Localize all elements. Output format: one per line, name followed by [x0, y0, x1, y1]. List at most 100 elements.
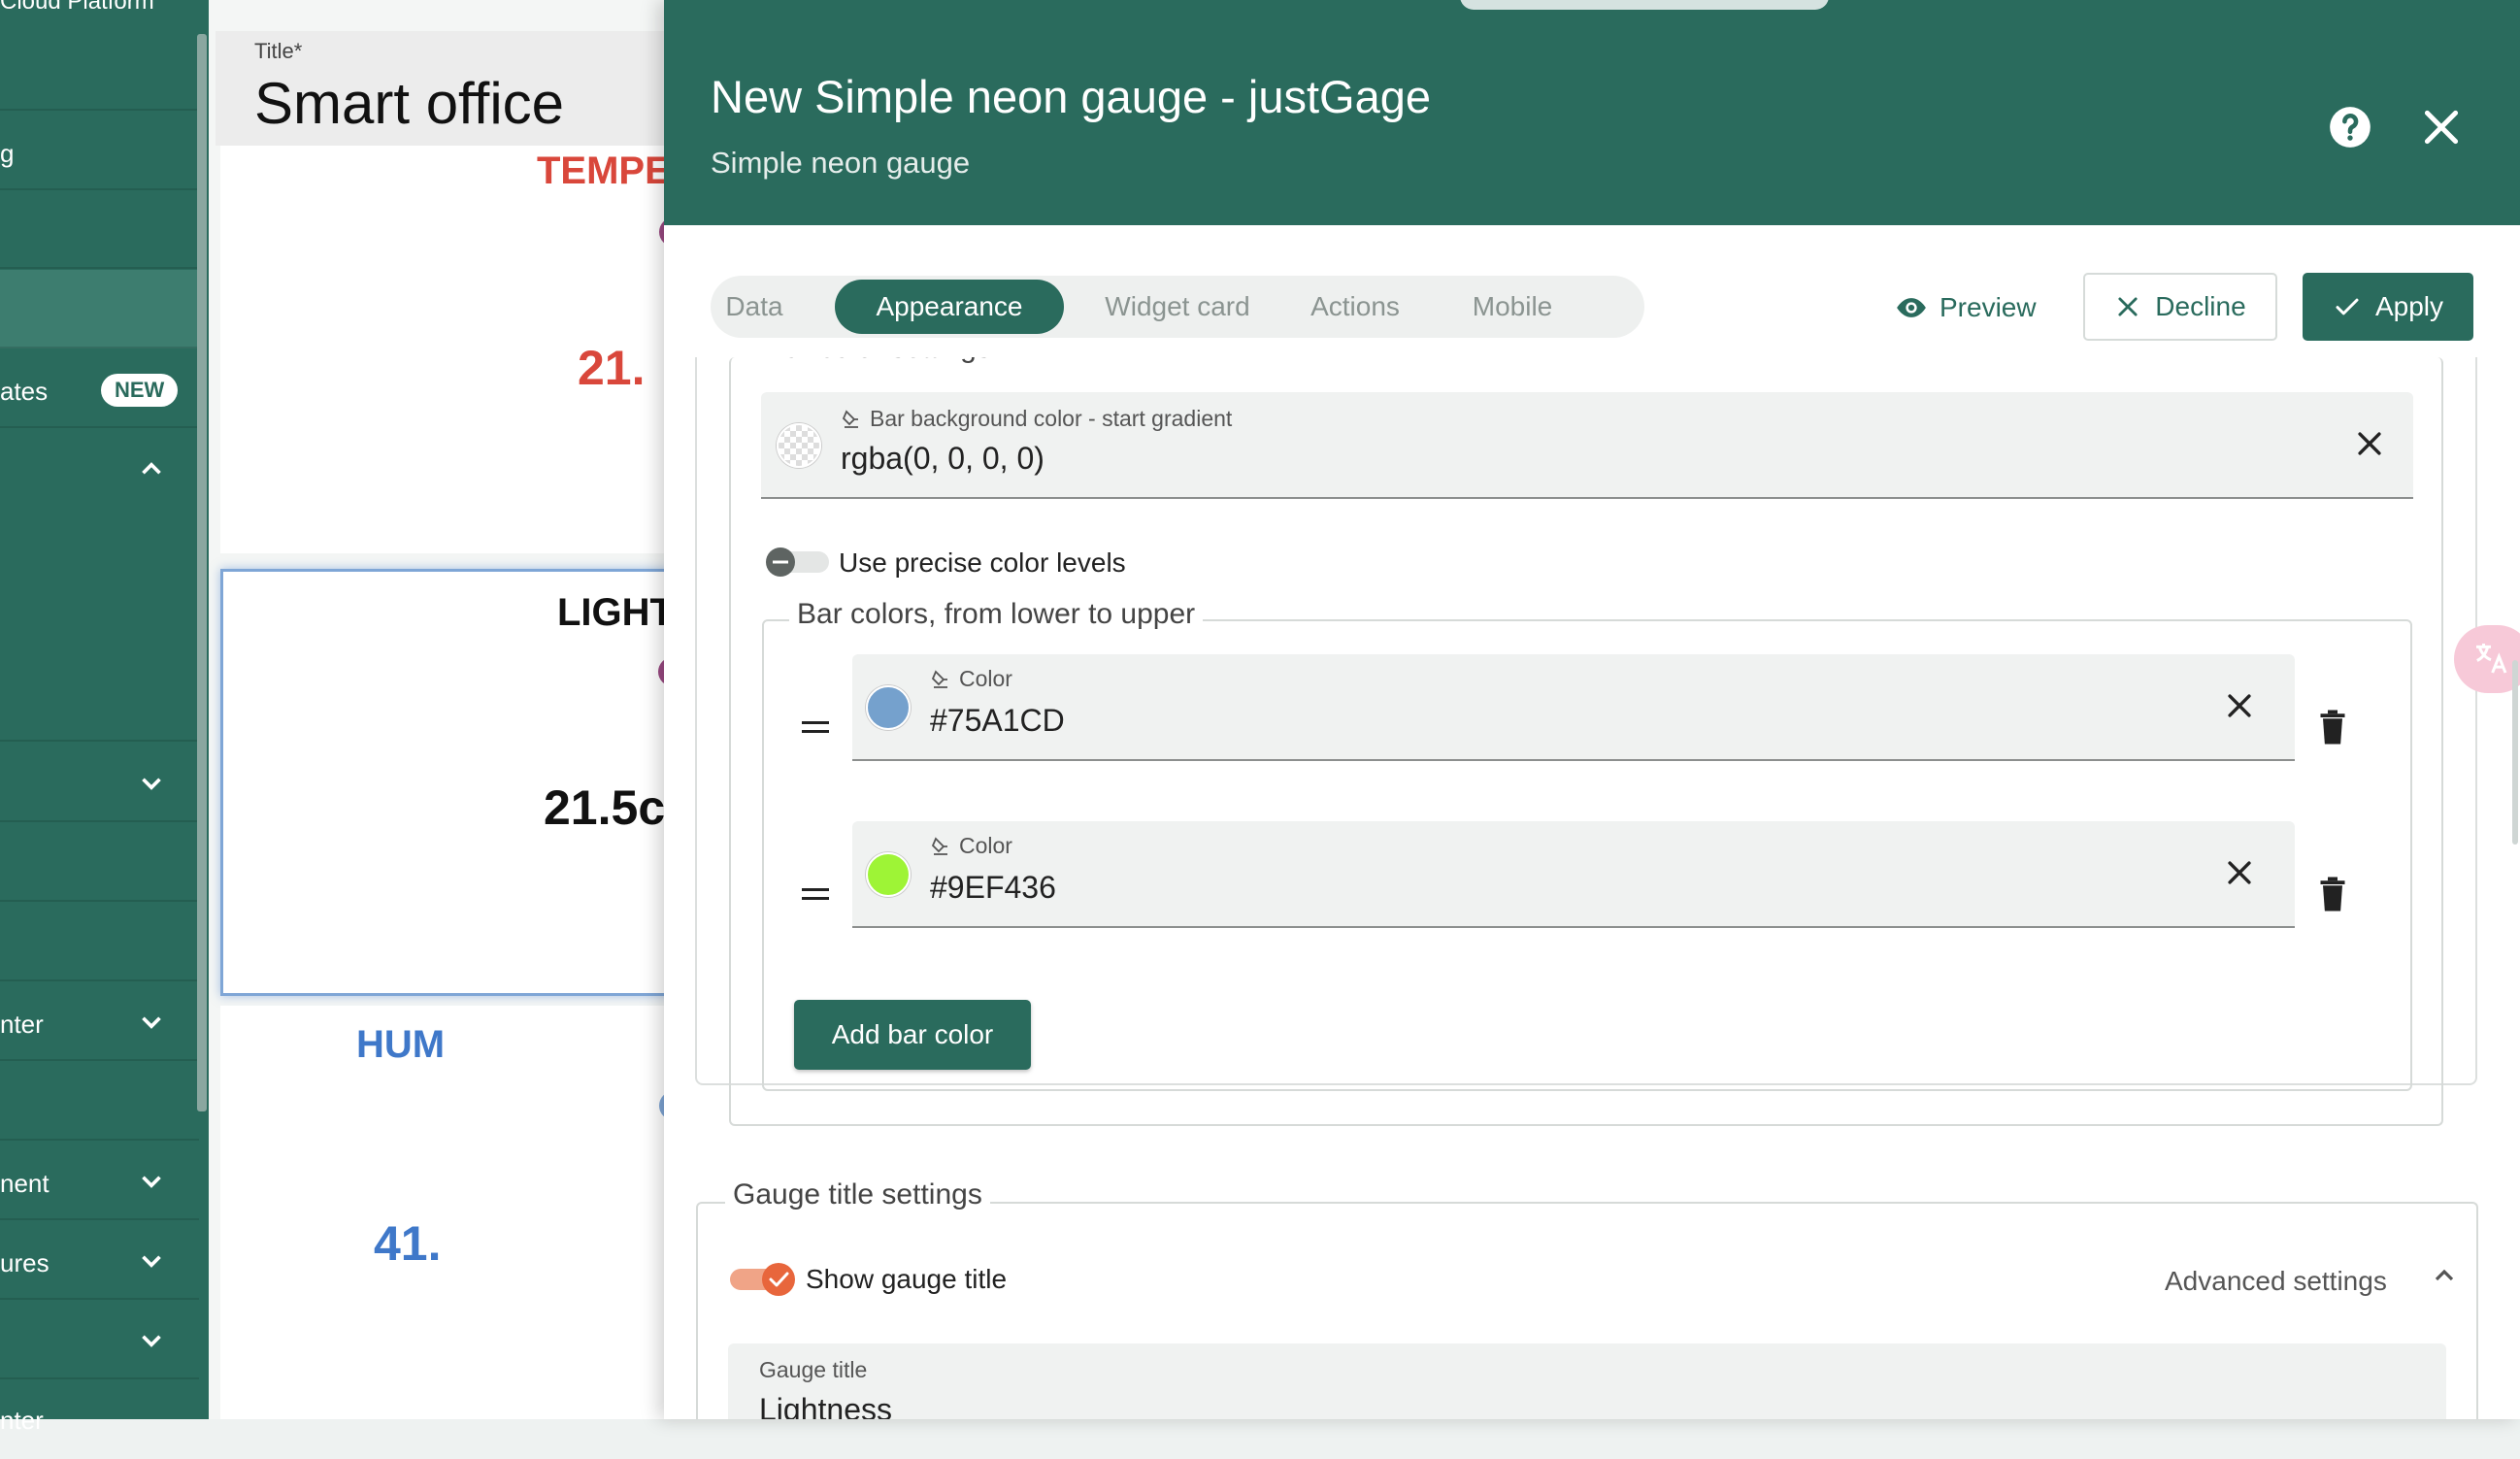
clear-icon[interactable] [2223, 689, 2256, 722]
sidebar-item[interactable] [0, 744, 199, 822]
title-field-label: Title* [254, 39, 303, 63]
add-bar-color-button[interactable]: Add bar color [794, 1000, 1031, 1070]
tab-actions[interactable]: Actions [1297, 276, 1413, 338]
sidebar-item[interactable] [0, 1062, 199, 1141]
apply-button[interactable]: Apply [2303, 273, 2473, 341]
sidebar-item-management[interactable]: nent [0, 1142, 199, 1220]
brand-name: Cloud Platform [0, 0, 154, 15]
drag-handle-icon[interactable] [802, 720, 829, 734]
close-icon[interactable] [2417, 103, 2466, 151]
color-swatch[interactable] [777, 423, 821, 468]
widget-title: TEMPE [537, 149, 665, 192]
close-icon [2118, 297, 2138, 316]
sidebar-item-active[interactable] [0, 270, 199, 348]
eye-icon [1897, 298, 1926, 317]
advanced-settings-link[interactable]: Advanced settings [2165, 1266, 2387, 1297]
show-gauge-title-toggle[interactable] [728, 1262, 798, 1297]
widget-title: HUM [356, 1023, 446, 1066]
dashboard-title: Smart office [254, 71, 565, 136]
page-scrollbar[interactable] [2512, 660, 2518, 845]
clear-icon[interactable] [2353, 427, 2386, 460]
translate-button[interactable] [2454, 625, 2520, 693]
settings-content: Bar color settings Bar background color … [664, 357, 2520, 1419]
sidebar-item[interactable] [0, 903, 199, 981]
bar-color-field-1[interactable]: Color #75A1CD [852, 654, 2295, 761]
decline-button[interactable]: Decline [2083, 273, 2277, 341]
widget-title: LIGHT [557, 591, 665, 634]
field-label: Bar background color - start gradient [841, 406, 1232, 432]
sidebar-item-label: ates [0, 377, 49, 406]
sidebar-item-center[interactable]: nter [0, 982, 199, 1061]
tab-mobile[interactable]: Mobile [1454, 276, 1571, 338]
dialog-title: New Simple neon gauge - justGage [711, 71, 1431, 122]
sidebar-item[interactable]: g [0, 112, 199, 190]
chevron-up-icon[interactable] [2429, 1260, 2460, 1291]
help-icon[interactable] [2326, 103, 2374, 151]
precise-levels-label: Use precise color levels [839, 547, 1126, 578]
new-badge: NEW [101, 374, 179, 407]
sidebar-item-label: nter [0, 1010, 44, 1039]
delete-icon[interactable] [2318, 876, 2347, 912]
sidebar-scrollbar[interactable] [197, 34, 207, 1111]
dashboard-title-field[interactable]: Title* Smart office [216, 31, 665, 146]
sidebar: Cloud Platform g ates NEW nter nent ures… [0, 0, 209, 1435]
sidebar-item[interactable] [0, 32, 199, 111]
paint-bucket-icon [931, 836, 947, 855]
sidebar-item-label: nter [0, 1406, 44, 1435]
bar-bg-start-label: Bar background color - start gradient [870, 406, 1233, 431]
paint-bucket-icon [842, 409, 858, 428]
sidebar-item-features[interactable]: ures [0, 1221, 199, 1300]
widget-value: 21. [578, 341, 646, 395]
widget-value: 21.5c [544, 780, 665, 835]
apply-label: Apply [2374, 291, 2444, 321]
show-gauge-title-label: Show gauge title [806, 1264, 1008, 1294]
color-value: #75A1CD [930, 703, 1065, 738]
widget-card-light[interactable]: LIGHT 21.5c [220, 569, 665, 996]
widget-config-dialog: New Simple neon gauge - justGage Simple … [664, 0, 2520, 1419]
sidebar-item-label: nent [0, 1169, 50, 1198]
precise-levels-toggle[interactable] [761, 547, 831, 577]
chevron-down-icon[interactable] [135, 1244, 168, 1277]
paint-bucket-icon [931, 669, 947, 688]
drag-handle-icon[interactable] [802, 887, 829, 901]
sidebar-item[interactable] [0, 190, 199, 269]
widget-value: 41. [374, 1216, 442, 1271]
sidebar-item[interactable] [0, 823, 199, 902]
bar-color-field-2[interactable]: Color #9EF436 [852, 821, 2295, 928]
preview-button[interactable]: Preview [1895, 274, 2037, 342]
color-label: Color [959, 833, 1012, 858]
bar-colors-legend: Bar colors, from lower to upper [789, 598, 1204, 631]
widget-card-humidity[interactable]: HUM 41. [220, 1006, 665, 1419]
color-swatch[interactable] [866, 852, 911, 897]
chevron-down-icon[interactable] [135, 1006, 168, 1039]
color-label: Color [959, 666, 1012, 691]
sidebar-item[interactable] [0, 1301, 199, 1379]
bar-bg-start-color-field[interactable]: Bar background color - start gradient rg… [761, 392, 2413, 499]
tab-widget-card[interactable]: Widget card [1095, 276, 1260, 338]
sidebar-item-label: g [0, 139, 15, 168]
translate-icon [2476, 644, 2507, 674]
tab-bar: Data Appearance Widget card Actions Mobi… [711, 276, 1644, 338]
chevron-down-icon[interactable] [135, 1165, 168, 1198]
delete-icon[interactable] [2318, 709, 2347, 746]
dashboard-canvas: Title* Smart office TEMPE 21. LIGHT 21.5… [209, 0, 665, 1419]
color-swatch[interactable] [866, 685, 911, 730]
sidebar-item-templates[interactable]: ates NEW [0, 349, 199, 428]
decline-label: Decline [2155, 291, 2246, 321]
chevron-down-icon[interactable] [135, 767, 168, 800]
sidebar-group-expanded[interactable] [0, 429, 199, 742]
gauge-title-field-value: Lightness [759, 1392, 892, 1419]
tab-appearance[interactable]: Appearance [835, 280, 1064, 334]
field-label: Color [930, 833, 1012, 859]
gauge-title-settings-legend: Gauge title settings [725, 1178, 990, 1211]
tab-data[interactable]: Data [720, 276, 788, 338]
chevron-up-icon[interactable] [135, 452, 168, 485]
clear-icon[interactable] [2223, 856, 2256, 889]
preview-label: Preview [1940, 292, 2037, 322]
check-icon [2336, 298, 2359, 315]
field-label: Color [930, 666, 1012, 692]
gauge-title-field[interactable]: Gauge title Lightness [728, 1343, 2446, 1419]
chevron-down-icon[interactable] [135, 1324, 168, 1357]
sidebar-item[interactable]: nter [0, 1380, 199, 1459]
widget-card-temperature[interactable]: TEMPE 21. [220, 146, 665, 553]
